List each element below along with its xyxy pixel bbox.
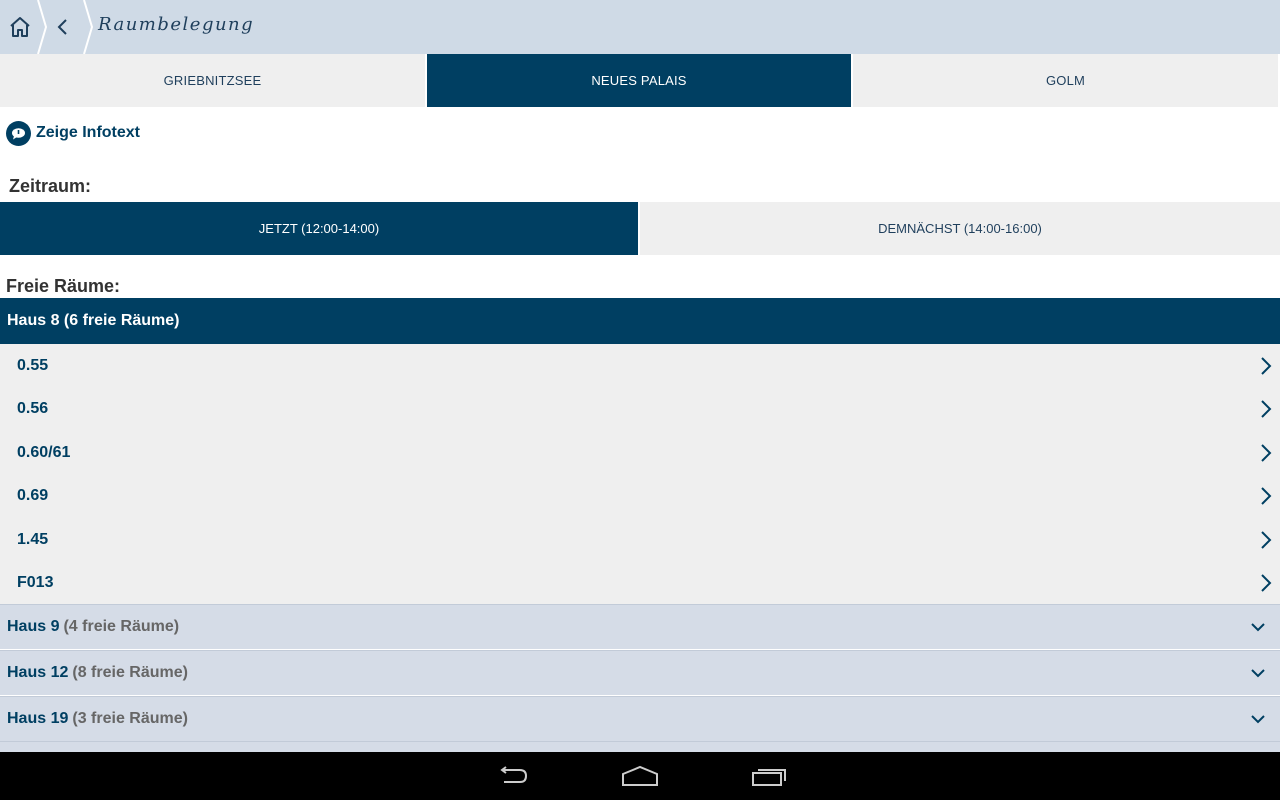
app-header: Raumbelegung (0, 0, 1280, 54)
room-name: 0.56 (17, 400, 49, 418)
speech-bubble-info-icon (6, 120, 31, 146)
system-navigation-bar (0, 752, 1280, 800)
campus-tabs: GRIEBNITZSEE NEUES PALAIS GOLM (0, 54, 1280, 107)
chevron-down-icon (1251, 669, 1265, 678)
chevron-right-icon (1261, 531, 1272, 549)
group-header-haus-12[interactable]: Haus 12 (8 freie Räume) (0, 650, 1280, 695)
android-home-icon (622, 765, 658, 786)
tab-demnaechst[interactable]: DEMNÄCHST (14:00-16:00) (640, 202, 1280, 255)
home-icon (10, 17, 30, 37)
page-title: Raumbelegung (98, 14, 255, 35)
chevron-right-icon (1261, 574, 1272, 592)
tab-jetzt[interactable]: JETZT (12:00-14:00) (0, 202, 638, 255)
group-header-haus-19[interactable]: Haus 19 (3 freie Räume) (0, 696, 1280, 741)
group-name: Haus 12 (7, 664, 69, 681)
system-recents-button[interactable] (745, 760, 793, 792)
room-name: 0.55 (17, 356, 49, 374)
group-count: (3 freie Räume) (72, 710, 188, 727)
breadcrumb-separator-icon (83, 0, 94, 54)
list-overflow-strip (0, 741, 1280, 752)
chevron-right-icon (1261, 357, 1272, 375)
group-count: (4 freie Räume) (63, 618, 180, 635)
back-chevron-icon (57, 19, 67, 35)
group-count: (8 freie Räume) (72, 664, 188, 681)
list-item[interactable]: 0.69 (0, 475, 1280, 519)
home-button[interactable] (0, 0, 40, 54)
show-infotext-toggle[interactable]: Zeige Infotext (6, 118, 140, 148)
chevron-down-icon (1251, 715, 1265, 724)
group-header-haus-8[interactable]: Haus 8 (6 freie Räume) (0, 298, 1280, 344)
list-item[interactable]: 0.60/61 (0, 431, 1280, 475)
tab-griebnitzsee[interactable]: GRIEBNITZSEE (0, 54, 425, 107)
group-header-haus-9[interactable]: Haus 9 (4 freie Räume) (0, 604, 1280, 649)
group-name: Haus 9 (7, 618, 60, 635)
list-item[interactable]: F013 (0, 562, 1280, 606)
tab-neues-palais[interactable]: NEUES PALAIS (427, 54, 851, 107)
chevron-right-icon (1261, 400, 1272, 418)
system-back-button[interactable] (488, 760, 536, 792)
chevron-down-icon (1251, 623, 1265, 632)
time-range-label: Zeitraum: (9, 176, 92, 196)
back-button[interactable] (44, 0, 82, 54)
list-item[interactable]: 0.56 (0, 388, 1280, 432)
infotext-label: Zeige Infotext (36, 124, 141, 141)
list-item[interactable]: 0.55 (0, 344, 1280, 388)
android-back-icon (500, 766, 528, 783)
free-rooms-label: Freie Räume: (6, 276, 121, 296)
tab-golm[interactable]: GOLM (853, 54, 1278, 107)
group-name: Haus 19 (7, 710, 69, 727)
android-recents-icon (752, 769, 786, 786)
room-name: F013 (17, 574, 54, 592)
system-home-button[interactable] (616, 760, 664, 792)
room-list: 0.55 0.56 0.60/61 0.69 1.45 F013 (0, 344, 1280, 605)
room-name: 1.45 (17, 530, 49, 548)
room-name: 0.60/61 (17, 443, 71, 461)
chevron-right-icon (1261, 444, 1272, 462)
room-name: 0.69 (17, 487, 49, 505)
chevron-right-icon (1261, 487, 1272, 505)
time-tabs: JETZT (12:00-14:00) DEMNÄCHST (14:00-16:… (0, 202, 1280, 255)
list-item[interactable]: 1.45 (0, 518, 1280, 562)
